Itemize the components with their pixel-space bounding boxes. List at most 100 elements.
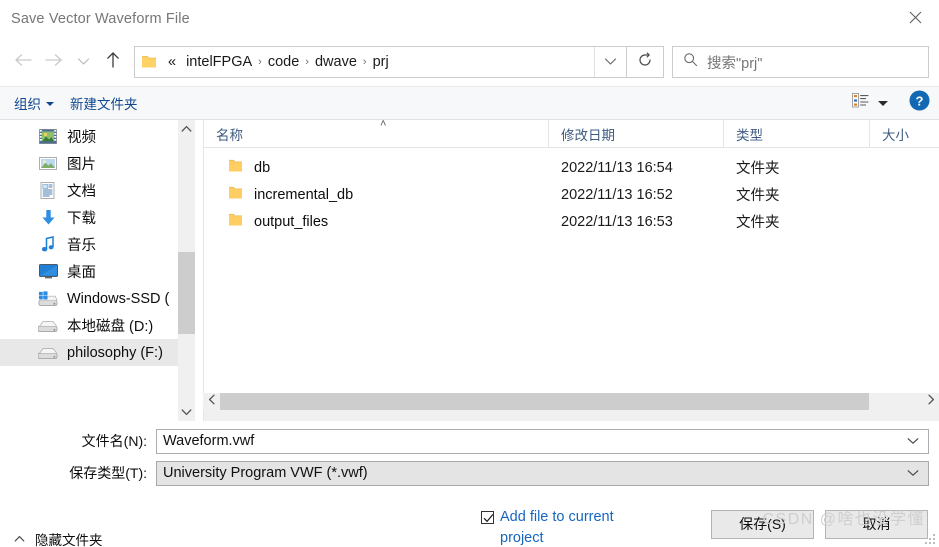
chevron-down-icon[interactable] (907, 469, 919, 477)
breadcrumb-item-3[interactable]: prj (368, 54, 394, 70)
new-folder-button[interactable]: 新建文件夹 (62, 87, 146, 119)
sidebar-item-local-disk-d[interactable]: 本地磁盘 (D:) (0, 312, 195, 339)
sidebar-item-windows-ssd[interactable]: Windows-SSD ( (0, 285, 195, 312)
pictures-icon (38, 155, 58, 173)
column-header-label: 类型 (736, 127, 763, 143)
sidebar-item-label: Windows-SSD ( (67, 290, 170, 307)
add-to-project-option[interactable]: Add file to current project (481, 507, 649, 547)
table-row[interactable]: incremental_db 2022/11/13 16:52 文件夹 (204, 181, 939, 208)
filename-label: 文件名(N): (81, 433, 147, 449)
file-name-cell: output_files (204, 213, 549, 231)
sidebar-item-label: 下载 (67, 211, 96, 227)
view-options-button[interactable] (845, 93, 895, 113)
breadcrumb-item-2[interactable]: dwave (310, 54, 362, 70)
address-dropdown-button[interactable] (594, 47, 626, 77)
caret-down-icon (878, 100, 888, 106)
save-button[interactable]: 保存(S) (711, 509, 814, 539)
sidebar-list: 视频 图片 文档 下载 音乐 桌面 Windows-SSD (本地磁盘 (D:… (0, 120, 195, 366)
breadcrumb-overflow[interactable]: « (163, 54, 181, 70)
desktop-icon (38, 263, 58, 281)
organize-label: 组织 (14, 97, 41, 112)
scroll-up-button[interactable] (178, 120, 195, 137)
column-headers: ˄ 名称 修改日期 类型 大小 (204, 118, 939, 148)
address-bar[interactable]: « intelFPGA › code › dwave › prj (134, 46, 627, 78)
sidebar-item-music[interactable]: 音乐 (0, 231, 195, 258)
sidebar-scrollbar[interactable] (178, 120, 195, 421)
arrow-left-icon (14, 53, 33, 72)
breadcrumb[interactable]: « intelFPGA › code › dwave › prj (163, 54, 594, 70)
svg-text:?: ? (916, 93, 924, 108)
cancel-button[interactable]: 取消 (825, 509, 928, 539)
column-header-date[interactable]: 修改日期 (549, 120, 724, 147)
scroll-right-button[interactable] (922, 393, 939, 410)
scrollbar-thumb[interactable] (178, 251, 195, 335)
title-bar: Save Vector Waveform File (0, 0, 939, 38)
save-file-dialog: Save Vector Waveform File « intelFPGA › … (0, 0, 939, 547)
close-button[interactable] (892, 0, 939, 34)
recent-locations-button[interactable] (68, 47, 98, 77)
sidebar-item-label: 文档 (67, 184, 96, 200)
chevron-down-icon[interactable] (907, 437, 919, 445)
breadcrumb-item-1[interactable]: code (263, 54, 304, 70)
column-header-type[interactable]: 类型 (724, 120, 870, 147)
documents-icon (38, 182, 58, 200)
sidebar-item-downloads[interactable]: 下载 (0, 204, 195, 231)
sidebar-item-videos[interactable]: 视频 (0, 123, 195, 150)
sidebar-item-philosophy-f[interactable]: philosophy (F:) (0, 339, 195, 366)
scrollbar-track[interactable] (220, 392, 922, 410)
forward-button[interactable] (38, 47, 68, 77)
navigation-pane: 视频 图片 文档 下载 音乐 桌面 Windows-SSD (本地磁盘 (D:… (0, 120, 196, 421)
scrollbar-thumb[interactable] (220, 392, 870, 410)
folder-icon (228, 159, 243, 177)
scroll-down-button[interactable] (178, 404, 195, 421)
up-one-level-button[interactable] (98, 47, 128, 77)
sidebar-item-label: 桌面 (67, 265, 96, 281)
table-row[interactable]: output_files 2022/11/13 16:53 文件夹 (204, 208, 939, 235)
page-title: Save Vector Waveform File (11, 11, 190, 27)
sidebar-item-pictures[interactable]: 图片 (0, 150, 195, 177)
organize-button[interactable]: 组织 (14, 87, 62, 119)
file-date: 2022/11/13 16:52 (561, 186, 673, 203)
file-name: output_files (254, 213, 329, 230)
file-list-pane: ˄ 名称 修改日期 类型 大小 db 2022/11/13 16:54 文件夹 … (203, 118, 939, 421)
resize-grip-icon[interactable] (925, 534, 937, 546)
column-header-name[interactable]: 名称 (204, 120, 549, 147)
back-button[interactable] (8, 47, 38, 77)
dialog-buttons: 保存(S) 取消 (711, 509, 928, 539)
command-bar: 组织 新建文件夹 ? (0, 86, 939, 120)
column-header-label: 大小 (882, 127, 909, 143)
column-header-label: 名称 (216, 127, 243, 143)
search-input[interactable]: 搜索"prj" (698, 52, 762, 73)
refresh-button[interactable] (627, 46, 664, 78)
chevron-down-icon (604, 53, 617, 71)
sidebar-item-label: 图片 (67, 157, 96, 173)
pane-splitter[interactable] (196, 120, 203, 421)
sidebar-item-desktop[interactable]: 桌面 (0, 258, 195, 285)
dialog-footer: 隐藏文件夹 Add file to current project 保存(S) … (0, 492, 939, 547)
drive-icon (38, 317, 58, 335)
breadcrumb-item-0[interactable]: intelFPGA (181, 54, 257, 70)
file-list-horizontal-scrollbar[interactable] (203, 392, 939, 410)
filename-input[interactable]: Waveform.vwf (156, 428, 929, 454)
file-name: db (254, 159, 271, 176)
sidebar-item-documents[interactable]: 文档 (0, 177, 195, 204)
help-button[interactable]: ? (909, 90, 930, 116)
scroll-left-button[interactable] (203, 393, 220, 410)
folder-icon (228, 186, 243, 204)
file-name: incremental_db (254, 186, 354, 203)
add-to-project-checkbox[interactable] (481, 510, 494, 524)
sidebar-item-label: philosophy (F:) (67, 344, 163, 361)
folder-icon (135, 55, 163, 69)
hide-folders-toggle[interactable]: 隐藏文件夹 (14, 529, 103, 547)
arrow-right-icon (44, 53, 63, 72)
column-header-size[interactable]: 大小 (870, 120, 939, 147)
filename-value: Waveform.vwf (163, 433, 255, 449)
search-box[interactable]: 搜索"prj" (672, 46, 929, 78)
file-type: 文件夹 (736, 188, 780, 204)
help-icon: ? (909, 90, 930, 116)
table-row[interactable]: db 2022/11/13 16:54 文件夹 (204, 154, 939, 181)
file-type: 文件夹 (736, 161, 780, 177)
scrollbar-track[interactable] (178, 137, 195, 404)
filetype-select[interactable]: University Program VWF (*.vwf) (156, 460, 929, 486)
list-bottom-padding (204, 409, 939, 421)
